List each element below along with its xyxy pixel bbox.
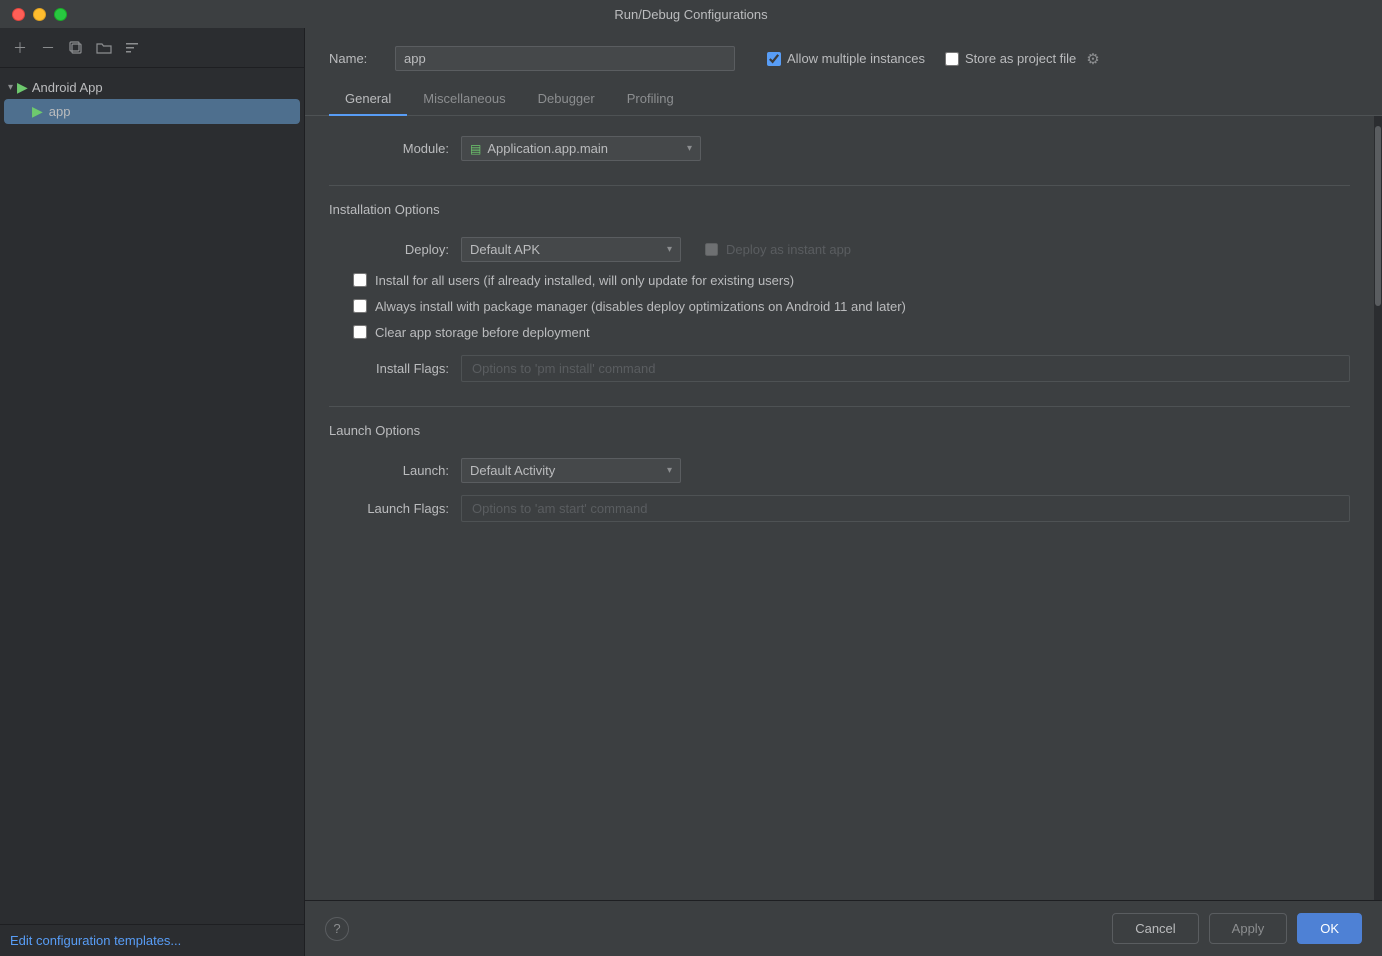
sidebar-item-app-label: app bbox=[49, 104, 71, 119]
deploy-value: Default APK bbox=[470, 242, 540, 257]
launch-dropdown-arrow: ▾ bbox=[667, 465, 672, 476]
module-dropdown[interactable]: ▤ Application.app.main ▾ bbox=[461, 136, 701, 161]
name-label: Name: bbox=[329, 51, 379, 66]
android-app-group-label: Android App bbox=[32, 80, 103, 95]
title-bar: Run/Debug Configurations bbox=[0, 0, 1382, 28]
close-button[interactable] bbox=[12, 8, 25, 21]
window-title: Run/Debug Configurations bbox=[614, 7, 767, 22]
installation-title: Installation Options bbox=[329, 202, 1350, 223]
install-flags-input[interactable] bbox=[461, 355, 1350, 382]
edit-templates-link[interactable]: Edit configuration templates... bbox=[10, 933, 181, 948]
launch-flags-input[interactable] bbox=[461, 495, 1350, 522]
tab-debugger[interactable]: Debugger bbox=[522, 83, 611, 116]
install-option-1-checkbox[interactable] bbox=[353, 273, 367, 287]
gear-icon[interactable]: ⚙ bbox=[1086, 50, 1099, 68]
header-checkboxes: Allow multiple instances Store as projec… bbox=[767, 50, 1100, 68]
android-icon: ▶ bbox=[17, 79, 28, 96]
installation-section: Installation Options Deploy: Default APK… bbox=[329, 202, 1350, 382]
store-project-checkbox[interactable] bbox=[945, 52, 959, 66]
store-project-checkbox-item: Store as project file ⚙ bbox=[945, 50, 1100, 68]
bottom-bar: ? Cancel Apply OK bbox=[305, 900, 1382, 956]
install-option-1: Install for all users (if already instal… bbox=[329, 272, 1350, 290]
install-option-2-label: Always install with package manager (dis… bbox=[375, 298, 906, 316]
tab-general[interactable]: General bbox=[329, 83, 407, 116]
install-option-2: Always install with package manager (dis… bbox=[329, 298, 1350, 316]
help-button[interactable]: ? bbox=[325, 917, 349, 941]
folder-config-button[interactable] bbox=[94, 38, 114, 58]
launch-section: Launch Options Launch: Default Activity … bbox=[329, 423, 1350, 522]
sidebar-toolbar: ＋ － bbox=[0, 28, 304, 68]
sidebar-item-app[interactable]: ▶ app bbox=[4, 99, 300, 124]
allow-multiple-label: Allow multiple instances bbox=[787, 51, 925, 66]
install-flags-wrap bbox=[461, 355, 1350, 382]
tab-miscellaneous[interactable]: Miscellaneous bbox=[407, 83, 521, 116]
install-option-3: Clear app storage before deployment bbox=[329, 324, 1350, 342]
install-option-3-label: Clear app storage before deployment bbox=[375, 324, 590, 342]
launch-dropdown[interactable]: Default Activity ▾ bbox=[461, 458, 681, 483]
content-scrollable: Module: ▤ Application.app.main ▾ Install… bbox=[305, 116, 1382, 900]
chevron-down-icon: ▾ bbox=[8, 82, 13, 93]
module-dropdown-arrow: ▾ bbox=[687, 143, 692, 154]
launch-options-title: Launch Options bbox=[329, 423, 1350, 444]
divider-1 bbox=[329, 185, 1350, 186]
tab-profiling[interactable]: Profiling bbox=[611, 83, 690, 116]
deploy-row: Deploy: Default APK ▾ Deploy as instant … bbox=[329, 237, 1350, 262]
sidebar-footer: Edit configuration templates... bbox=[0, 924, 304, 956]
install-option-2-checkbox[interactable] bbox=[353, 299, 367, 313]
sidebar: ＋ － ▾ ▶ Android App ▶ app bbox=[0, 28, 305, 956]
add-config-button[interactable]: ＋ bbox=[10, 38, 30, 58]
store-project-label: Store as project file bbox=[965, 51, 1076, 66]
scrollbar-thumb[interactable] bbox=[1375, 126, 1381, 306]
main-layout: ＋ － ▾ ▶ Android App ▶ app bbox=[0, 28, 1382, 956]
deploy-instant-container: Deploy as instant app bbox=[705, 242, 851, 257]
tabs-bar: General Miscellaneous Debugger Profiling bbox=[305, 83, 1382, 116]
app-android-icon: ▶ bbox=[32, 103, 43, 120]
content-main: Module: ▤ Application.app.main ▾ Install… bbox=[305, 116, 1374, 900]
deploy-dropdown-arrow: ▾ bbox=[667, 244, 672, 255]
launch-flags-row: Launch Flags: bbox=[329, 495, 1350, 522]
content-header: Name: Allow multiple instances Store as … bbox=[305, 28, 1382, 83]
bottom-buttons: Cancel Apply OK bbox=[1112, 913, 1362, 944]
content-area: Name: Allow multiple instances Store as … bbox=[305, 28, 1382, 956]
deploy-label: Deploy: bbox=[329, 242, 449, 257]
maximize-button[interactable] bbox=[54, 8, 67, 21]
divider-2 bbox=[329, 406, 1350, 407]
deploy-instant-label: Deploy as instant app bbox=[726, 242, 851, 257]
sidebar-content: ▾ ▶ Android App ▶ app bbox=[0, 68, 304, 924]
apply-button[interactable]: Apply bbox=[1209, 913, 1288, 944]
launch-label: Launch: bbox=[329, 463, 449, 478]
deploy-instant-checkbox[interactable] bbox=[705, 243, 718, 256]
module-section: Module: ▤ Application.app.main ▾ bbox=[329, 136, 1350, 161]
copy-config-button[interactable] bbox=[66, 38, 86, 58]
module-icon: ▤ bbox=[470, 142, 481, 156]
install-option-3-checkbox[interactable] bbox=[353, 325, 367, 339]
module-label: Module: bbox=[329, 141, 449, 156]
allow-multiple-checkbox-item: Allow multiple instances bbox=[767, 51, 925, 66]
minimize-button[interactable] bbox=[33, 8, 46, 21]
android-app-group-header[interactable]: ▾ ▶ Android App bbox=[0, 76, 304, 99]
install-flags-label: Install Flags: bbox=[329, 361, 449, 376]
launch-row: Launch: Default Activity ▾ bbox=[329, 458, 1350, 483]
name-input[interactable] bbox=[395, 46, 735, 71]
android-app-group: ▾ ▶ Android App ▶ app bbox=[0, 72, 304, 128]
sort-config-button[interactable] bbox=[122, 38, 142, 58]
scrollbar-track bbox=[1374, 116, 1382, 900]
install-option-1-label: Install for all users (if already instal… bbox=[375, 272, 794, 290]
deploy-dropdown[interactable]: Default APK ▾ bbox=[461, 237, 681, 262]
launch-value: Default Activity bbox=[470, 463, 555, 478]
cancel-button[interactable]: Cancel bbox=[1112, 913, 1198, 944]
install-flags-row: Install Flags: bbox=[329, 355, 1350, 382]
traffic-lights[interactable] bbox=[12, 8, 67, 21]
remove-config-button[interactable]: － bbox=[38, 38, 58, 58]
module-value: Application.app.main bbox=[487, 141, 608, 156]
launch-flags-wrap bbox=[461, 495, 1350, 522]
ok-button[interactable]: OK bbox=[1297, 913, 1362, 944]
launch-flags-label: Launch Flags: bbox=[329, 501, 449, 516]
allow-multiple-checkbox[interactable] bbox=[767, 52, 781, 66]
module-row: Module: ▤ Application.app.main ▾ bbox=[329, 136, 1350, 161]
